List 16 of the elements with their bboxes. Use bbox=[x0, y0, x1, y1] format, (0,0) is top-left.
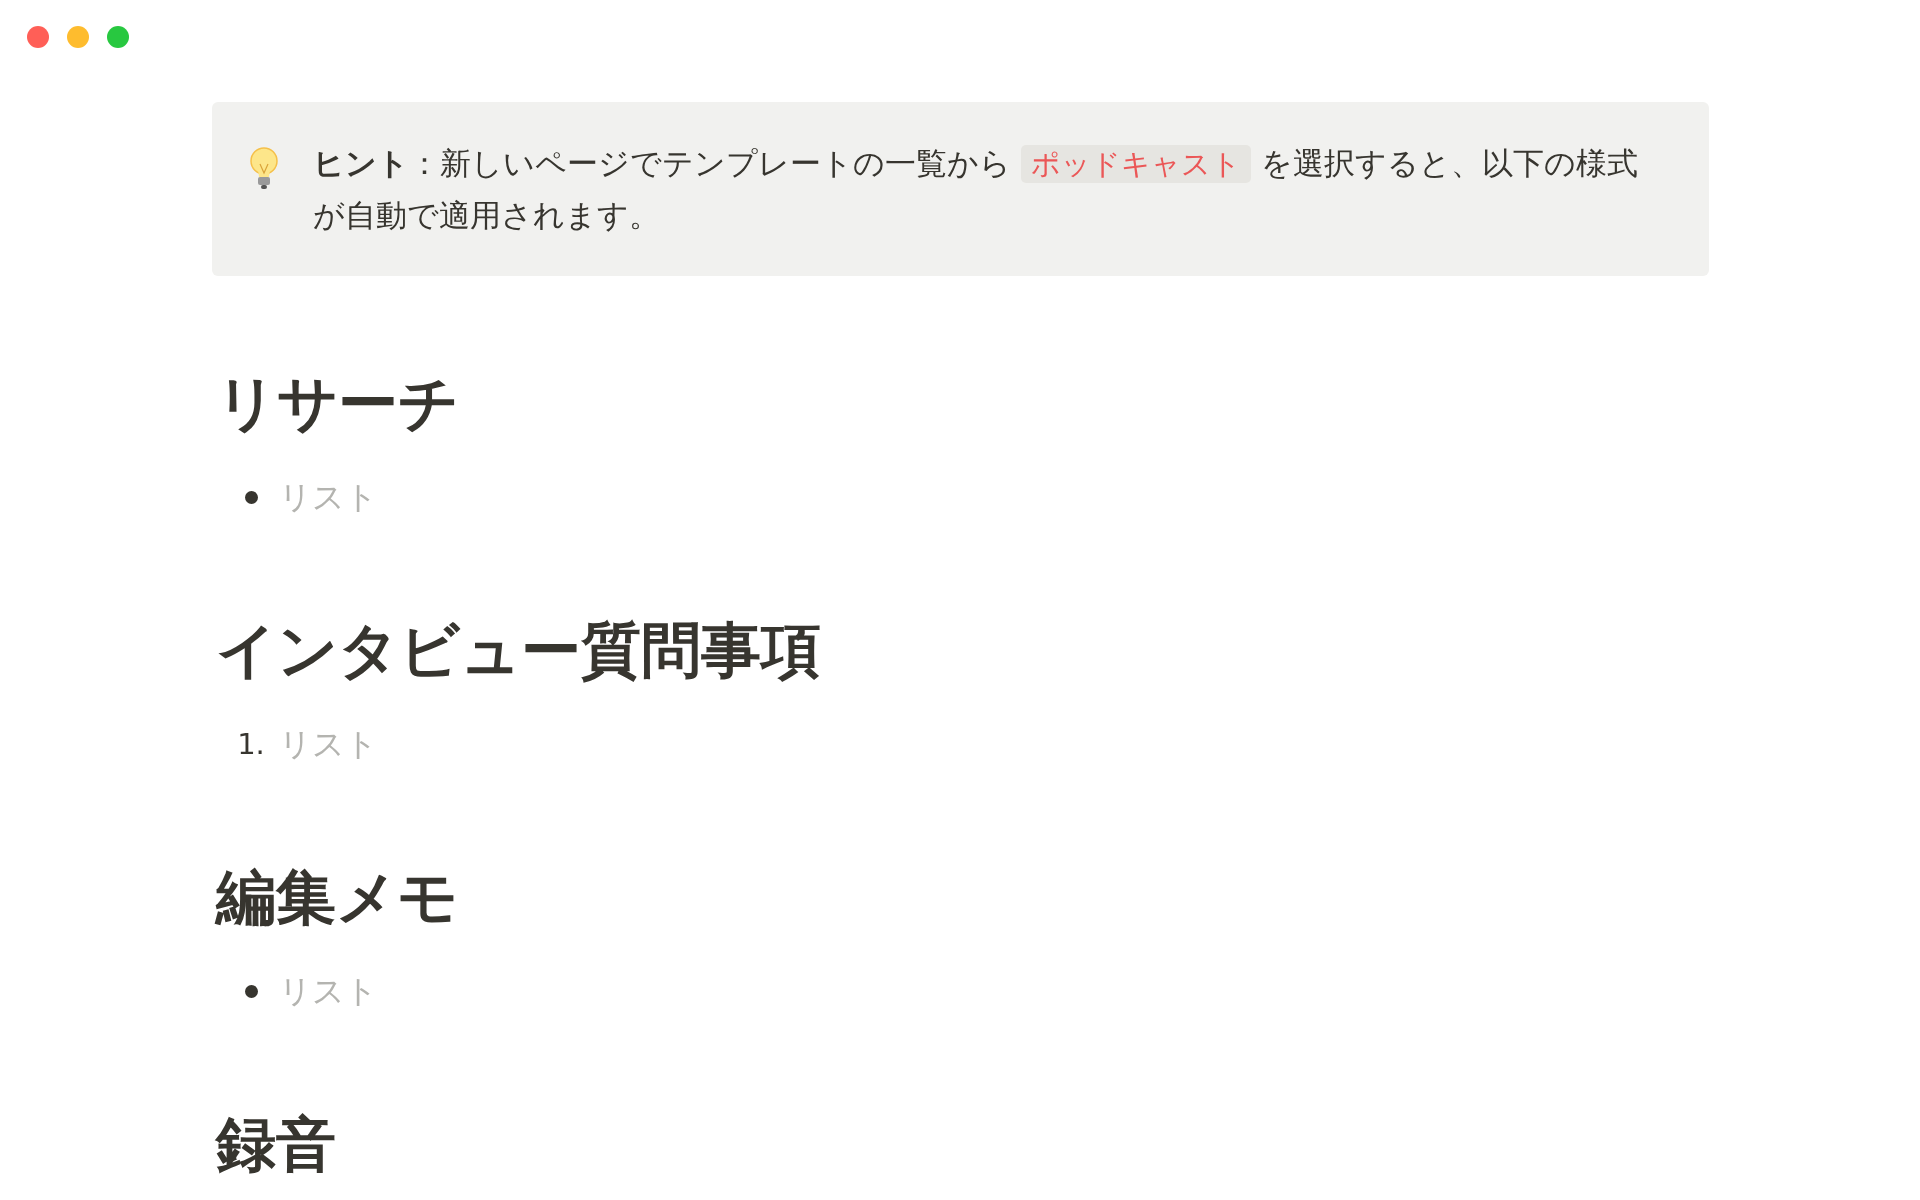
hint-text: ヒント：新しいページでテンプレートの一覧から ポッドキャスト を選択すると、以下の様式が自動で適用されます。 bbox=[313, 144, 1639, 235]
section-heading: 録音 bbox=[216, 1108, 337, 1181]
section-heading: 編集メモ bbox=[216, 861, 459, 934]
list-placeholder[interactable]: リスト bbox=[279, 719, 378, 770]
list-placeholder[interactable]: リスト bbox=[279, 472, 378, 523]
section-heading: インタビュー質問事項 bbox=[216, 614, 822, 687]
bullet-icon bbox=[244, 985, 258, 998]
inline-code: ポッドキャスト bbox=[1020, 145, 1251, 183]
zoom-button[interactable] bbox=[107, 26, 129, 48]
minimize-button[interactable] bbox=[67, 26, 89, 48]
close-button[interactable] bbox=[27, 26, 49, 48]
list-number: 1. bbox=[237, 726, 265, 763]
section-heading: リサーチ bbox=[216, 367, 460, 440]
lightbulb-icon bbox=[248, 147, 280, 191]
bullet-icon bbox=[244, 491, 258, 504]
list-placeholder[interactable]: リスト bbox=[279, 966, 378, 1017]
